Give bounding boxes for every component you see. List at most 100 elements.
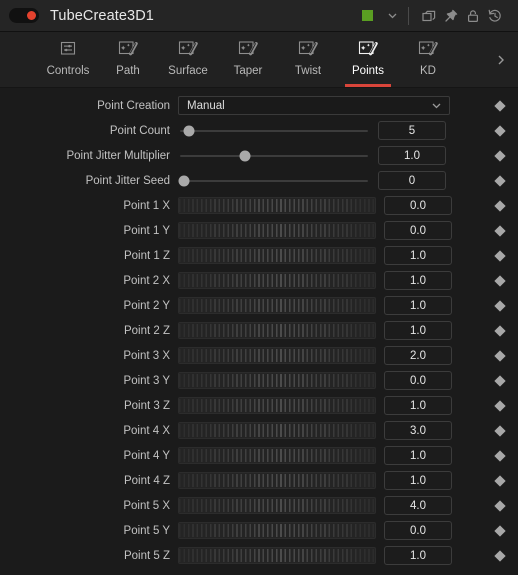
keyframe-button[interactable] xyxy=(482,349,518,362)
keyframe-button[interactable] xyxy=(482,174,518,187)
param-thumbwheel[interactable] xyxy=(178,422,376,439)
param-value-field[interactable]: 0.0 xyxy=(384,221,452,240)
param-value-field[interactable]: 3.0 xyxy=(384,421,452,440)
param-control: 5 xyxy=(178,118,482,143)
param-value-field[interactable]: 1.0 xyxy=(384,321,452,340)
param-label: Point Jitter Seed xyxy=(85,174,170,187)
copy-icon[interactable] xyxy=(418,5,440,27)
param-thumbwheel[interactable] xyxy=(178,372,376,389)
keyframe-button[interactable] xyxy=(482,149,518,162)
tab-taper[interactable]: Taper xyxy=(218,32,278,87)
param-slider[interactable] xyxy=(178,146,370,165)
magic-wand-icon xyxy=(177,37,199,61)
param-control: 1.0 xyxy=(178,468,482,493)
diamond-icon xyxy=(494,499,506,512)
param-value-field[interactable]: 2.0 xyxy=(384,346,452,365)
diamond-icon xyxy=(494,199,506,212)
param-value-field[interactable]: 1.0 xyxy=(384,396,452,415)
diamond-icon xyxy=(494,149,506,162)
param-thumbwheel[interactable] xyxy=(178,247,376,264)
param-thumbwheel[interactable] xyxy=(178,322,376,339)
param-thumbwheel[interactable] xyxy=(178,522,376,539)
keyframe-button[interactable] xyxy=(482,224,518,237)
keyframe-button[interactable] xyxy=(482,199,518,212)
param-value-field[interactable]: 1.0 xyxy=(384,446,452,465)
thumbwheel-ticks xyxy=(179,224,375,237)
slider-knob[interactable] xyxy=(239,150,251,161)
param-value-field[interactable]: 0.0 xyxy=(384,196,452,215)
keyframe-button[interactable] xyxy=(482,399,518,412)
keyframe-button[interactable] xyxy=(482,449,518,462)
tab-points[interactable]: Points xyxy=(338,32,398,87)
keyframe-button[interactable] xyxy=(482,99,518,112)
keyframe-button[interactable] xyxy=(482,424,518,437)
magic-wand-icon xyxy=(237,37,259,61)
tab-twist[interactable]: Twist xyxy=(278,32,338,87)
slider-knob[interactable] xyxy=(183,125,195,136)
node-enable-dot xyxy=(27,11,36,20)
param-dropdown[interactable]: Manual xyxy=(178,96,450,115)
keyframe-button[interactable] xyxy=(482,374,518,387)
keyframe-button[interactable] xyxy=(482,499,518,512)
param-thumbwheel[interactable] xyxy=(178,397,376,414)
param-row: Point 4 X 3.0 xyxy=(0,418,518,443)
magic-wand-icon xyxy=(117,37,139,61)
tab-surface[interactable]: Surface xyxy=(158,32,218,87)
param-value-field[interactable]: 0.0 xyxy=(384,371,452,390)
chevron-right-icon[interactable] xyxy=(488,32,514,87)
keyframe-button[interactable] xyxy=(482,524,518,537)
param-thumbwheel[interactable] xyxy=(178,347,376,364)
keyframe-button[interactable] xyxy=(482,549,518,562)
keyframe-button[interactable] xyxy=(482,474,518,487)
tab-controls[interactable]: Controls xyxy=(38,32,98,87)
lock-icon[interactable] xyxy=(462,5,484,27)
param-thumbwheel[interactable] xyxy=(178,197,376,214)
reset-icon[interactable] xyxy=(484,5,506,27)
param-value-field[interactable]: 4.0 xyxy=(384,496,452,515)
param-label: Point 2 Z xyxy=(123,324,170,337)
node-title: TubeCreate3D1 xyxy=(50,7,154,24)
tab-label: KD xyxy=(420,65,436,77)
param-thumbwheel[interactable] xyxy=(178,447,376,464)
pin-icon[interactable] xyxy=(440,5,462,27)
param-control: 0.0 xyxy=(178,193,482,218)
tab-active-underline xyxy=(165,84,211,87)
param-value-field[interactable]: 1.0 xyxy=(384,471,452,490)
node-color-swatch[interactable] xyxy=(362,10,373,21)
param-label: Point 1 Z xyxy=(123,249,170,262)
tab-label: Twist xyxy=(294,65,322,77)
param-slider[interactable] xyxy=(178,121,370,140)
keyframe-button[interactable] xyxy=(482,324,518,337)
param-value-field[interactable]: 1.0 xyxy=(384,296,452,315)
sliders-icon xyxy=(57,37,79,61)
chevron-down-icon[interactable] xyxy=(381,5,403,27)
keyframe-button[interactable] xyxy=(482,124,518,137)
thumbwheel-ticks xyxy=(179,399,375,412)
param-value-field[interactable]: 0 xyxy=(378,171,446,190)
param-value-field[interactable]: 1.0 xyxy=(384,271,452,290)
tab-path[interactable]: Path xyxy=(98,32,158,87)
keyframe-button[interactable] xyxy=(482,249,518,262)
tab-kd[interactable]: KD xyxy=(398,32,458,87)
param-thumbwheel[interactable] xyxy=(178,222,376,239)
param-slider[interactable] xyxy=(178,171,370,190)
param-control: 0.0 xyxy=(178,218,482,243)
param-thumbwheel[interactable] xyxy=(178,272,376,289)
param-value-field[interactable]: 0.0 xyxy=(384,521,452,540)
param-value-field[interactable]: 1.0 xyxy=(384,546,452,565)
param-label: Point 2 X xyxy=(123,274,170,287)
keyframe-button[interactable] xyxy=(482,299,518,312)
param-thumbwheel[interactable] xyxy=(178,297,376,314)
param-thumbwheel[interactable] xyxy=(178,472,376,489)
node-enable-toggle[interactable] xyxy=(9,8,39,23)
keyframe-button[interactable] xyxy=(482,274,518,287)
param-thumbwheel[interactable] xyxy=(178,497,376,514)
diamond-icon xyxy=(494,449,506,462)
slider-knob[interactable] xyxy=(178,175,190,186)
param-thumbwheel[interactable] xyxy=(178,547,376,564)
param-value-field[interactable]: 5 xyxy=(378,121,446,140)
param-value-field[interactable]: 1.0 xyxy=(384,246,452,265)
param-row: Point 3 Y 0.0 xyxy=(0,368,518,393)
diamond-icon xyxy=(494,299,506,312)
param-value-field[interactable]: 1.0 xyxy=(378,146,446,165)
